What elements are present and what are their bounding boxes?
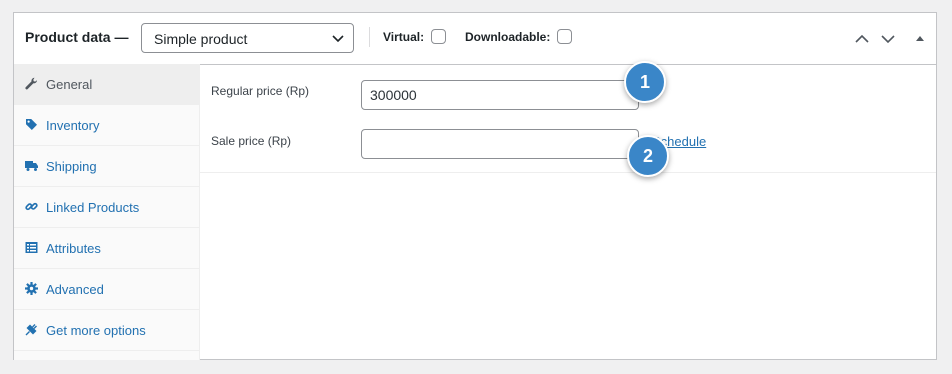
product-data-box: Product data — Simple product Virtual: D… — [13, 12, 937, 360]
tag-icon — [26, 119, 37, 130]
tab-label: Get more options — [46, 323, 146, 338]
truck-icon — [25, 161, 38, 171]
collapse-toggle-icon[interactable] — [912, 31, 928, 47]
chevron-down-icon — [332, 35, 344, 43]
product-type-value: Simple product — [154, 31, 248, 47]
tab-attributes[interactable]: Attributes — [14, 228, 199, 269]
tab-label: Linked Products — [46, 200, 140, 215]
product-data-title: Product data — — [25, 29, 129, 45]
tab-get-more-options[interactable]: Get more options — [14, 310, 199, 351]
chevron-up-icon[interactable] — [854, 31, 870, 47]
link-icon — [25, 202, 38, 211]
tab-label: Shipping — [46, 159, 97, 174]
regular-price-input[interactable] — [361, 80, 639, 110]
tab-advanced[interactable]: Advanced — [14, 269, 199, 310]
plugin-icon — [25, 324, 37, 336]
list-icon — [25, 242, 38, 253]
tab-label: General — [46, 77, 93, 92]
downloadable-label: Downloadable: — [465, 30, 551, 44]
tab-label: Inventory — [46, 118, 100, 133]
general-panel: Regular price (Rp) Sale price (Rp) Sched… — [200, 61, 936, 177]
tab-linked-products[interactable]: Linked Products — [14, 187, 199, 228]
chevron-down-icon[interactable] — [880, 31, 896, 47]
sale-price-label: Sale price (Rp) — [211, 134, 292, 148]
tab-general[interactable]: General — [14, 64, 199, 105]
virtual-checkbox[interactable] — [431, 29, 446, 44]
product-type-select[interactable]: Simple product — [141, 23, 354, 53]
wrench-icon — [25, 77, 38, 90]
product-data-tabs: General Inventory Shipping Linked Produc… — [14, 64, 200, 360]
tab-label: Advanced — [46, 282, 104, 297]
gear-icon — [25, 282, 38, 295]
header-divider — [369, 27, 370, 47]
downloadable-checkbox[interactable] — [557, 29, 572, 44]
callout-badge-2: 2 — [627, 135, 669, 177]
regular-price-label: Regular price (Rp) — [211, 84, 310, 98]
tab-shipping[interactable]: Shipping — [14, 146, 199, 187]
tab-label: Attributes — [46, 241, 101, 256]
callout-badge-1: 1 — [624, 61, 666, 103]
sale-price-input[interactable] — [361, 129, 639, 159]
virtual-label: Virtual: — [383, 30, 425, 44]
product-data-header: Product data — Simple product Virtual: D… — [14, 13, 936, 65]
tab-inventory[interactable]: Inventory — [14, 105, 199, 146]
